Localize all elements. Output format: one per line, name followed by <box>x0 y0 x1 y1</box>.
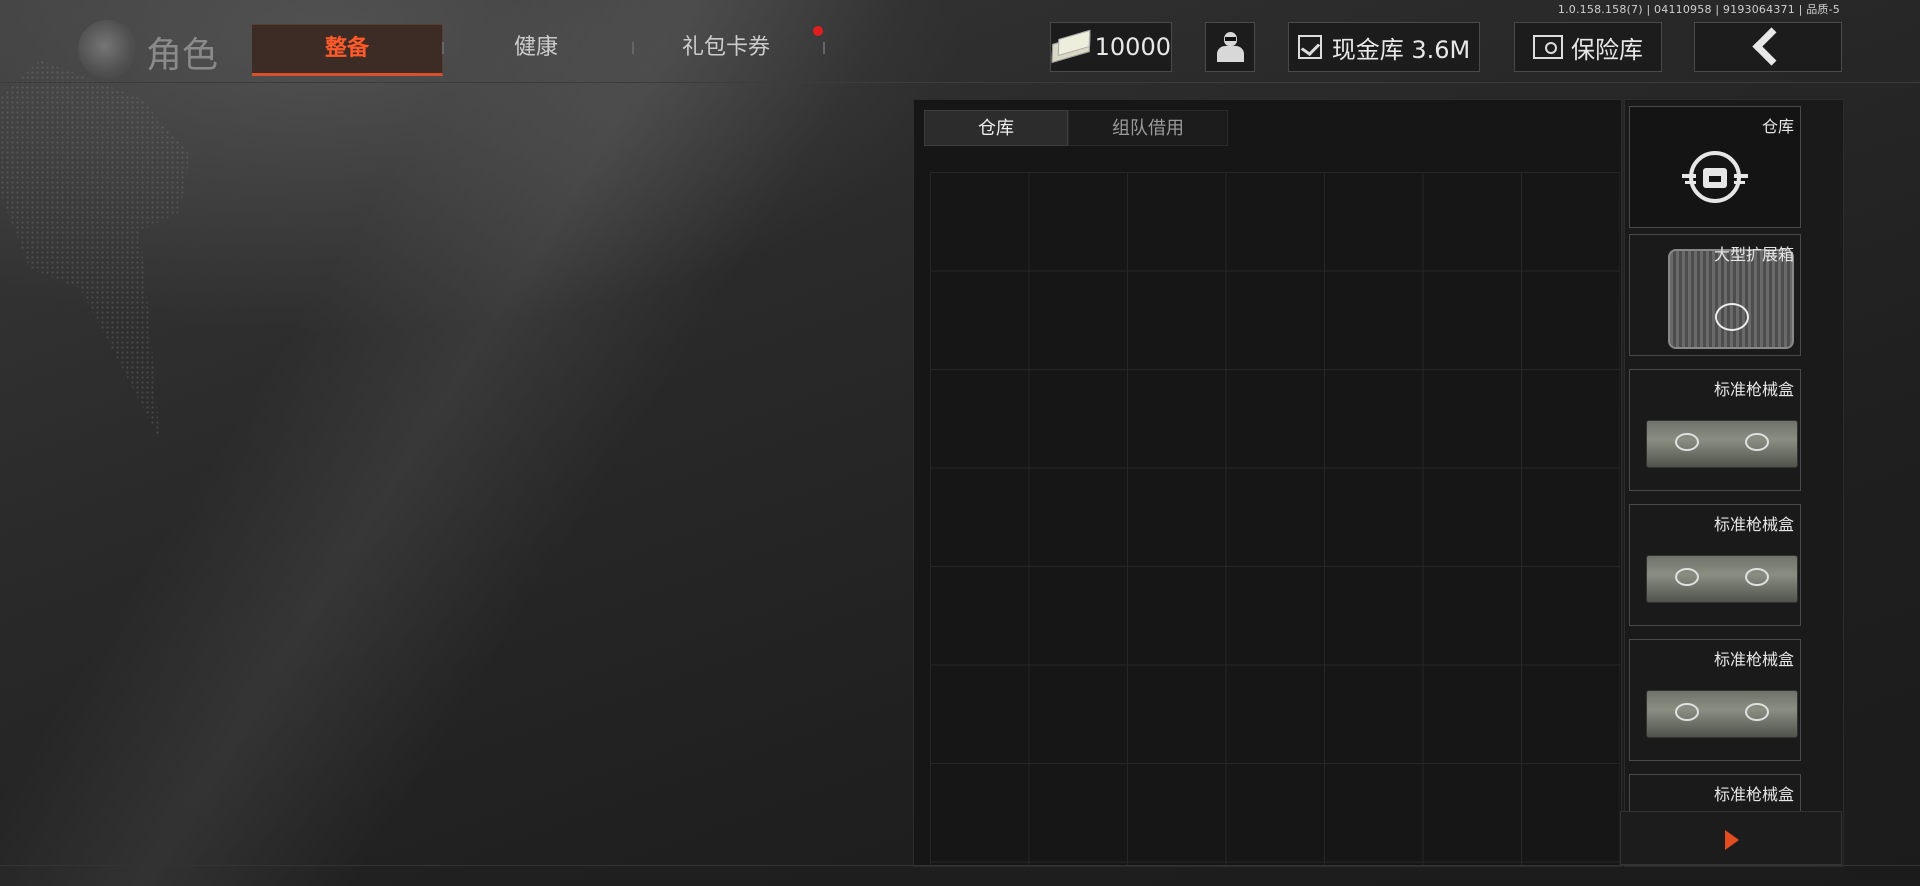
gun-case-image <box>1646 420 1798 468</box>
container-label: 大型扩展箱 <box>1713 245 1794 264</box>
cash-vault-button[interactable]: 现金库 3.6M <box>1288 22 1480 72</box>
tab-warehouse[interactable]: 仓库 <box>924 110 1068 146</box>
chart-icon <box>1297 35 1322 59</box>
tab-team-borrow[interactable]: 组队借用 <box>1068 110 1228 146</box>
scroll-next-button[interactable] <box>1620 811 1842 865</box>
gun-case-image <box>1646 690 1798 738</box>
notification-dot <box>813 26 823 36</box>
container-card-gun-case[interactable]: 标准枪械盒 <box>1629 639 1801 761</box>
agent-button[interactable] <box>1205 22 1255 72</box>
container-sidebar: 仓库 大型扩展箱 标准枪械盒 标准枪械盒 标准枪械盒 标准枪械盒 <box>1624 99 1844 867</box>
top-header: 角色 整备 健康 礼包卡券 10000 现金库 3.6M 保险库 <box>0 14 1920 83</box>
container-label: 仓库 <box>1761 117 1794 136</box>
warehouse-emblem-icon <box>1682 150 1748 203</box>
tab-separator <box>442 42 444 54</box>
storage-tabs: 仓库 组队借用 <box>924 110 1228 146</box>
bottom-divider <box>0 865 1920 866</box>
container-card-gun-case[interactable]: 标准枪械盒 <box>1629 504 1801 626</box>
tab-separator <box>823 42 825 54</box>
gun-case-image <box>1646 555 1798 603</box>
container-label: 标准枪械盒 <box>1713 650 1794 669</box>
money-amount: 10000 <box>1094 33 1171 61</box>
tab-gift-coupons[interactable]: 礼包卡券 <box>682 24 770 72</box>
safe-icon <box>1533 35 1563 59</box>
container-label: 标准枪械盒 <box>1713 515 1794 534</box>
container-label: 标准枪械盒 <box>1713 785 1794 804</box>
container-card-gun-case[interactable]: 标准枪械盒 <box>1629 369 1801 491</box>
storage-grid[interactable] <box>930 172 1620 866</box>
container-label: 标准枪械盒 <box>1713 380 1794 399</box>
arrow-right-icon <box>1725 830 1739 850</box>
safe-label: 保险库 <box>1571 35 1643 64</box>
storage-panel: 仓库 组队借用 <box>913 99 1622 867</box>
safe-button[interactable]: 保险库 <box>1514 22 1662 72</box>
page-title: 角色 <box>146 35 219 76</box>
tab-loadout-label: 整备 <box>324 36 369 61</box>
container-card-large-expansion[interactable]: 大型扩展箱 <box>1629 234 1801 356</box>
back-button[interactable] <box>1694 22 1842 72</box>
dotted-map-background <box>0 60 190 440</box>
cash-vault-label: 现金库 3.6M <box>1331 35 1471 64</box>
agent-icon <box>1216 30 1244 64</box>
banknote-icon <box>1051 34 1085 60</box>
tab-health[interactable]: 健康 <box>514 24 558 72</box>
tab-separator <box>632 42 634 54</box>
container-card-warehouse[interactable]: 仓库 <box>1629 106 1801 228</box>
money-display[interactable]: 10000 <box>1050 22 1172 72</box>
tab-loadout[interactable]: 整备 <box>252 24 443 76</box>
character-logo-icon <box>78 20 136 78</box>
